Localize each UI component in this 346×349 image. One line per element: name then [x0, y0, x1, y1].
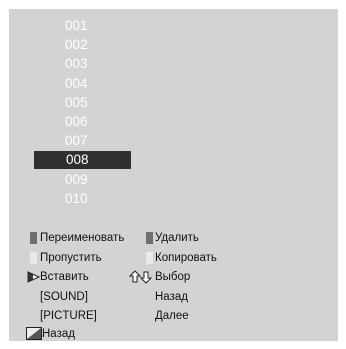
channel-item[interactable]: 006	[65, 112, 88, 131]
legend-back: Назад	[155, 291, 188, 303]
legend-copy: Копировать	[155, 252, 217, 264]
legend-delete: Удалить	[155, 232, 199, 244]
legend-return: Назад	[42, 328, 75, 340]
legend-rename: Переименовать	[40, 232, 125, 244]
legend-picture: [PICTURE]	[40, 310, 97, 322]
channel-item[interactable]: 002	[65, 35, 88, 54]
return-key-icon	[26, 327, 42, 340]
light-square-icon	[30, 252, 37, 264]
channel-item[interactable]: 010	[65, 189, 88, 208]
up-down-arrows-icon	[129, 270, 153, 284]
channel-edit-panel: 001 002 003 004 005 006 007 009 010 008 …	[9, 9, 338, 341]
legend-sound: [SOUND]	[40, 291, 88, 303]
legend-skip: Пропустить	[40, 252, 102, 264]
light-square-icon	[146, 252, 153, 264]
dark-square-icon	[30, 232, 37, 244]
legend-next: Далее	[155, 310, 189, 322]
dark-square-icon	[146, 232, 153, 244]
selected-channel-number: 008	[66, 152, 89, 167]
channel-item[interactable]: 007	[65, 131, 88, 150]
channel-item[interactable]: 009	[65, 170, 88, 189]
channel-item[interactable]: 004	[65, 74, 88, 93]
legend-insert: Вставить	[40, 271, 89, 283]
legend-select: Выбор	[155, 271, 191, 283]
channel-item[interactable]: 005	[65, 93, 88, 112]
channel-item-selected[interactable]: 008	[34, 151, 131, 169]
channel-item[interactable]: 003	[65, 54, 88, 73]
channel-item[interactable]: 001	[65, 16, 88, 35]
right-arrow-icon	[27, 271, 40, 283]
